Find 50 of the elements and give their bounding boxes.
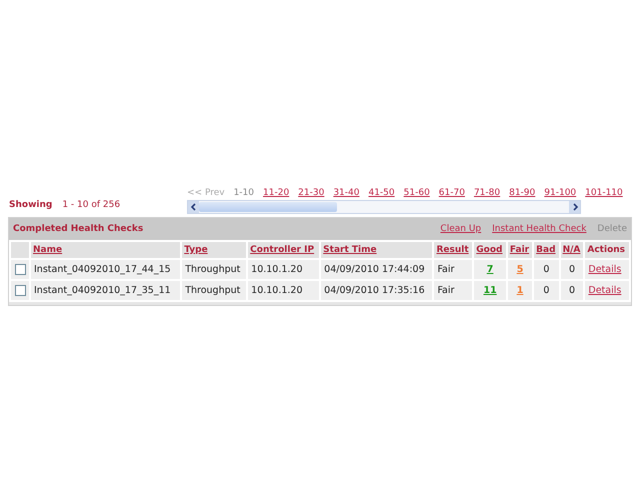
table-cell: Fair: [434, 281, 472, 300]
record-range: 1 - 10 of 256: [62, 200, 120, 210]
page-link[interactable]: 91-100: [544, 188, 576, 198]
column-header[interactable]: Good: [474, 242, 506, 258]
details-link[interactable]: Details: [588, 264, 622, 275]
table-cell: Throughput: [182, 260, 246, 279]
row-checkbox[interactable]: [14, 285, 26, 296]
details-link[interactable]: Details: [588, 285, 622, 296]
column-header[interactable]: Name: [31, 242, 180, 258]
table-cell: 10.10.1.20: [248, 281, 320, 300]
scroll-left-icon[interactable]: [188, 201, 199, 213]
table-cell: 0: [534, 260, 559, 279]
action-link[interactable]: Instant Health Check: [492, 224, 586, 234]
table-cell: 04/09/2010 17:44:09: [321, 260, 432, 279]
table-cell: 10.10.1.20: [248, 260, 320, 279]
column-header[interactable]: Controller IP: [248, 242, 320, 258]
page-link[interactable]: 101-110: [585, 188, 623, 198]
column-header: Actions: [585, 242, 629, 258]
column-header[interactable]: Type: [182, 242, 246, 258]
column-header[interactable]: N/A: [560, 242, 584, 258]
action-link[interactable]: Clean Up: [440, 224, 482, 234]
column-header[interactable]: Bad: [534, 242, 559, 258]
page-link[interactable]: 41-50: [368, 188, 395, 198]
scroll-right-icon[interactable]: [569, 201, 580, 213]
showing-label: Showing: [9, 200, 52, 210]
panel-title: Completed Health Checks: [13, 224, 144, 234]
count-link[interactable]: 11: [483, 285, 497, 296]
header-cell: [11, 242, 29, 258]
column-header[interactable]: Result: [434, 242, 472, 258]
page-link[interactable]: 1-10: [234, 188, 254, 198]
table-cell: 0: [534, 281, 559, 300]
page-link[interactable]: 61-70: [438, 188, 465, 198]
page-link[interactable]: 31-40: [333, 188, 360, 198]
column-header[interactable]: Start Time: [321, 242, 432, 258]
column-header[interactable]: Fair: [508, 242, 532, 258]
row-checkbox[interactable]: [14, 264, 26, 275]
table-cell: 04/09/2010 17:35:16: [321, 281, 432, 300]
page-link[interactable]: 51-60: [404, 188, 430, 198]
page-link[interactable]: 81-90: [509, 188, 536, 198]
page-link[interactable]: 11-20: [263, 188, 290, 198]
table-cell: Throughput: [182, 281, 246, 300]
horizontal-scrollbar[interactable]: [187, 200, 581, 214]
table-cell: Instant_04092010_17_35_11: [31, 281, 180, 300]
page-link[interactable]: 21-30: [298, 188, 324, 198]
table-cell: 0: [560, 260, 584, 279]
page-link[interactable]: 71-80: [474, 188, 500, 198]
count-link[interactable]: 7: [486, 264, 494, 275]
table-cell: 0: [560, 281, 584, 300]
table-cell: Fair: [434, 260, 472, 279]
table-cell: Instant_04092010_17_44_15: [31, 260, 180, 279]
